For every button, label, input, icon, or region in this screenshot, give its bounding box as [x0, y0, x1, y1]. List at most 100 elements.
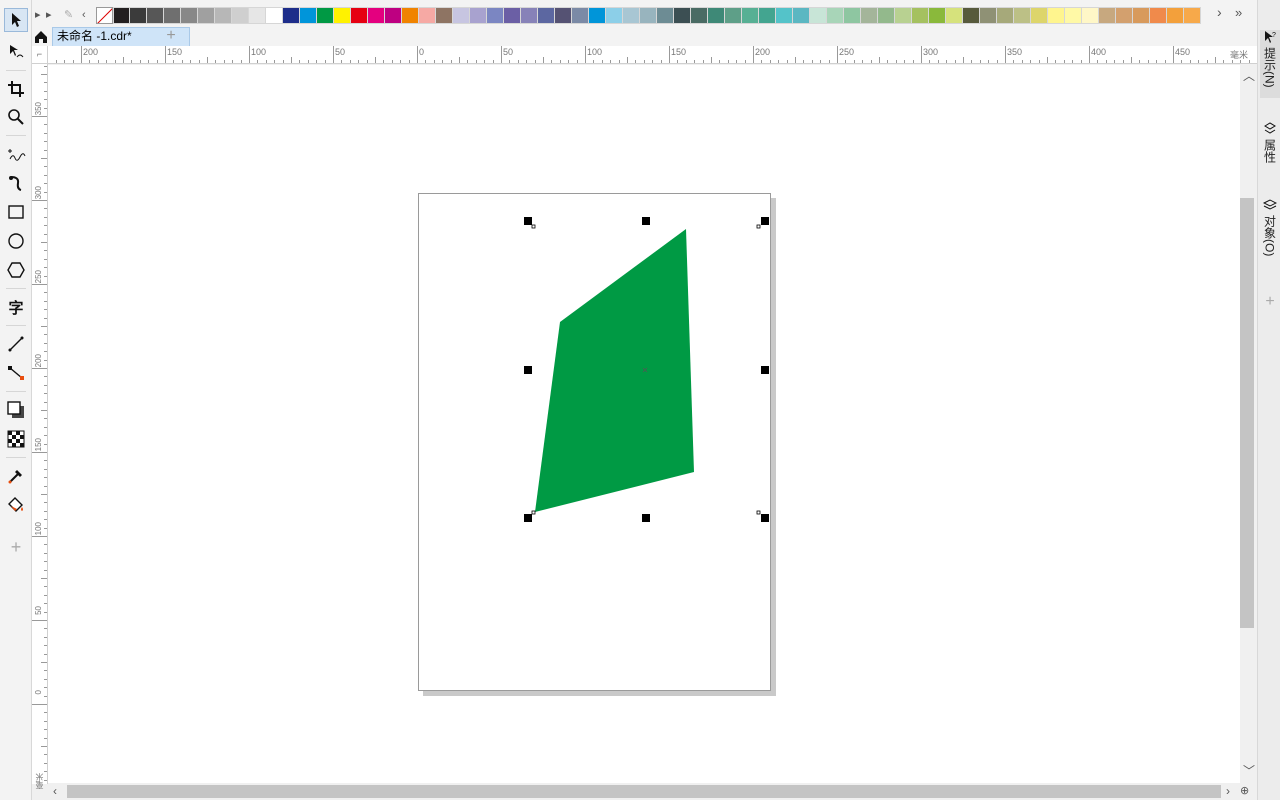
- vertical-scrollbar[interactable]: ︿ ﹀: [1240, 65, 1257, 783]
- color-swatch[interactable]: [623, 7, 640, 24]
- node-bottom-right[interactable]: [756, 510, 761, 515]
- docker-tab-hints[interactable]: ? 提示(N): [1260, 30, 1280, 98]
- scroll-left-icon[interactable]: ‹: [53, 785, 57, 797]
- color-swatch[interactable]: [878, 7, 895, 24]
- new-tab-button[interactable]: +: [162, 27, 180, 46]
- color-swatch[interactable]: [130, 7, 147, 24]
- color-swatch[interactable]: [810, 7, 827, 24]
- palette-expand-icon[interactable]: »: [1235, 6, 1242, 20]
- color-swatch[interactable]: [793, 7, 810, 24]
- parallel-dimension-tool[interactable]: [4, 332, 28, 356]
- horizontal-scrollbar[interactable]: ‹ › ⊕: [48, 783, 1257, 800]
- text-tool[interactable]: 字: [4, 295, 28, 319]
- node-bottom-left[interactable]: [531, 510, 536, 515]
- handle-middle-left[interactable]: [524, 366, 532, 374]
- color-swatch[interactable]: [1184, 7, 1201, 24]
- color-swatch[interactable]: [334, 7, 351, 24]
- color-swatch[interactable]: [504, 7, 521, 24]
- color-swatch[interactable]: [691, 7, 708, 24]
- ellipse-tool[interactable]: [4, 229, 28, 253]
- horizontal-scroll-thumb[interactable]: [67, 785, 1221, 798]
- palette-arrow-icon[interactable]: ▸: [46, 8, 52, 22]
- eyedropper-tool[interactable]: [4, 464, 28, 488]
- color-swatch[interactable]: [912, 7, 929, 24]
- color-swatch[interactable]: [640, 7, 657, 24]
- color-swatch[interactable]: [929, 7, 946, 24]
- color-swatch[interactable]: [266, 7, 283, 24]
- color-swatch[interactable]: [861, 7, 878, 24]
- color-swatch[interactable]: [963, 7, 980, 24]
- color-swatch[interactable]: [419, 7, 436, 24]
- color-swatch[interactable]: [980, 7, 997, 24]
- ruler-origin[interactable]: ⌐: [32, 46, 48, 64]
- color-swatch[interactable]: [283, 7, 300, 24]
- color-swatch[interactable]: [181, 7, 198, 24]
- color-swatch[interactable]: [776, 7, 793, 24]
- color-swatch[interactable]: [1116, 7, 1133, 24]
- color-swatch[interactable]: [521, 7, 538, 24]
- color-swatch[interactable]: [215, 7, 232, 24]
- color-swatch[interactable]: [1031, 7, 1048, 24]
- add-tool-button[interactable]: +: [4, 535, 28, 559]
- handle-bottom-right[interactable]: [761, 514, 769, 522]
- color-swatch[interactable]: [538, 7, 555, 24]
- eyedropper-palette-icon[interactable]: ✎: [64, 8, 73, 22]
- vertical-ruler[interactable]: 350 300 250 200 150 100 50 0: [32, 64, 48, 784]
- color-swatch[interactable]: [147, 7, 164, 24]
- color-swatch[interactable]: [844, 7, 861, 24]
- transparency-tool[interactable]: [4, 427, 28, 451]
- color-swatch[interactable]: [385, 7, 402, 24]
- color-swatch[interactable]: [436, 7, 453, 24]
- palette-menu-icon[interactable]: ▸: [35, 8, 41, 22]
- color-swatch[interactable]: [657, 7, 674, 24]
- color-swatch[interactable]: [1099, 7, 1116, 24]
- color-swatch[interactable]: [113, 7, 130, 24]
- home-tab[interactable]: [32, 27, 50, 46]
- color-swatch[interactable]: [827, 7, 844, 24]
- color-swatch[interactable]: [895, 7, 912, 24]
- horizontal-ruler[interactable]: 200 150 100 50 0 50 100 150 200 250 300 350 400 450: [48, 46, 1257, 64]
- color-swatch[interactable]: [1065, 7, 1082, 24]
- color-swatch[interactable]: [1048, 7, 1065, 24]
- green-quadrilateral[interactable]: [535, 229, 694, 512]
- scroll-right-icon[interactable]: ›: [1226, 785, 1230, 797]
- handle-top-right[interactable]: [761, 217, 769, 225]
- handle-top-middle[interactable]: [642, 217, 650, 225]
- color-swatch[interactable]: [674, 7, 691, 24]
- color-swatch[interactable]: [1167, 7, 1184, 24]
- color-swatch[interactable]: [317, 7, 334, 24]
- color-swatch[interactable]: [725, 7, 742, 24]
- palette-scroll-right-icon[interactable]: ›: [1217, 5, 1222, 19]
- color-swatch[interactable]: [589, 7, 606, 24]
- shape-tool[interactable]: [4, 40, 28, 64]
- color-swatch[interactable]: [164, 7, 181, 24]
- color-swatch[interactable]: [470, 7, 487, 24]
- color-swatch[interactable]: [1133, 7, 1150, 24]
- interactive-fill-tool[interactable]: [4, 493, 28, 517]
- color-swatch[interactable]: [351, 7, 368, 24]
- docker-add-button[interactable]: +: [1260, 293, 1280, 315]
- handle-bottom-left[interactable]: [524, 514, 532, 522]
- docker-tab-properties[interactable]: 属性: [1260, 122, 1280, 178]
- polygon-tool[interactable]: [4, 258, 28, 282]
- no-color-swatch[interactable]: [96, 7, 113, 24]
- freehand-tool[interactable]: [4, 142, 28, 166]
- crop-tool[interactable]: [4, 77, 28, 101]
- artistic-media-tool[interactable]: [4, 171, 28, 195]
- node-top-left[interactable]: [531, 224, 536, 229]
- color-swatch[interactable]: [232, 7, 249, 24]
- drop-shadow-tool[interactable]: [4, 398, 28, 422]
- color-swatch[interactable]: [759, 7, 776, 24]
- connector-tool[interactable]: [4, 361, 28, 385]
- rectangle-tool[interactable]: [4, 200, 28, 224]
- scroll-up-icon[interactable]: ︿: [1243, 70, 1255, 82]
- color-swatch[interactable]: [606, 7, 623, 24]
- handle-top-left[interactable]: [524, 217, 532, 225]
- docker-tab-objects[interactable]: 对象(O): [1260, 198, 1280, 270]
- color-swatch[interactable]: [946, 7, 963, 24]
- palette-scroll-left-icon[interactable]: ‹: [82, 8, 86, 22]
- zoom-fit-icon[interactable]: ⊕: [1240, 785, 1249, 797]
- vertical-scroll-thumb[interactable]: [1240, 198, 1254, 628]
- node-top-right[interactable]: [756, 224, 761, 229]
- color-swatch[interactable]: [555, 7, 572, 24]
